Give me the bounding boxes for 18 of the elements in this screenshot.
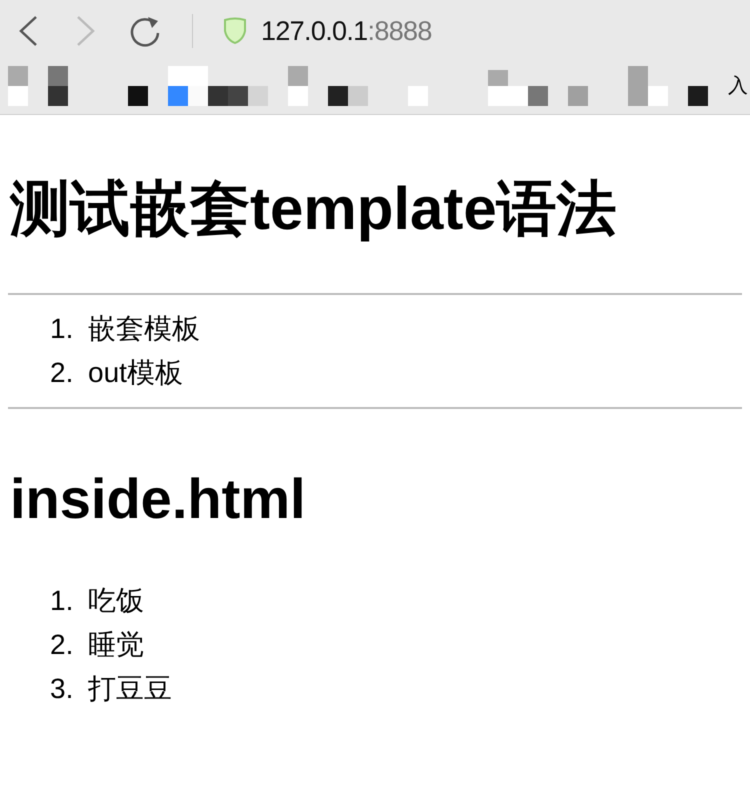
bookmark-label[interactable]: 入 [728, 76, 748, 96]
list-number: 2. [50, 356, 74, 390]
list-item: out模板 [88, 356, 183, 390]
back-icon[interactable] [18, 15, 38, 47]
list-item: 嵌套模板 [88, 312, 200, 346]
page-heading: 测试嵌套template语法 [10, 179, 617, 239]
shield-icon [223, 17, 247, 45]
reload-icon[interactable] [128, 14, 162, 48]
section-heading: inside.html [10, 471, 306, 527]
list-number: 1. [50, 584, 74, 618]
list-item: 打豆豆 [88, 672, 172, 706]
address-host[interactable]: 127.0.0.1 [261, 10, 368, 52]
list-number: 3. [50, 672, 74, 706]
address-port[interactable]: :8888 [368, 10, 432, 52]
list-item: 吃饭 [88, 584, 144, 618]
list-number: 2. [50, 628, 74, 662]
list-number: 1. [50, 312, 74, 346]
list-item: 睡觉 [88, 628, 144, 662]
